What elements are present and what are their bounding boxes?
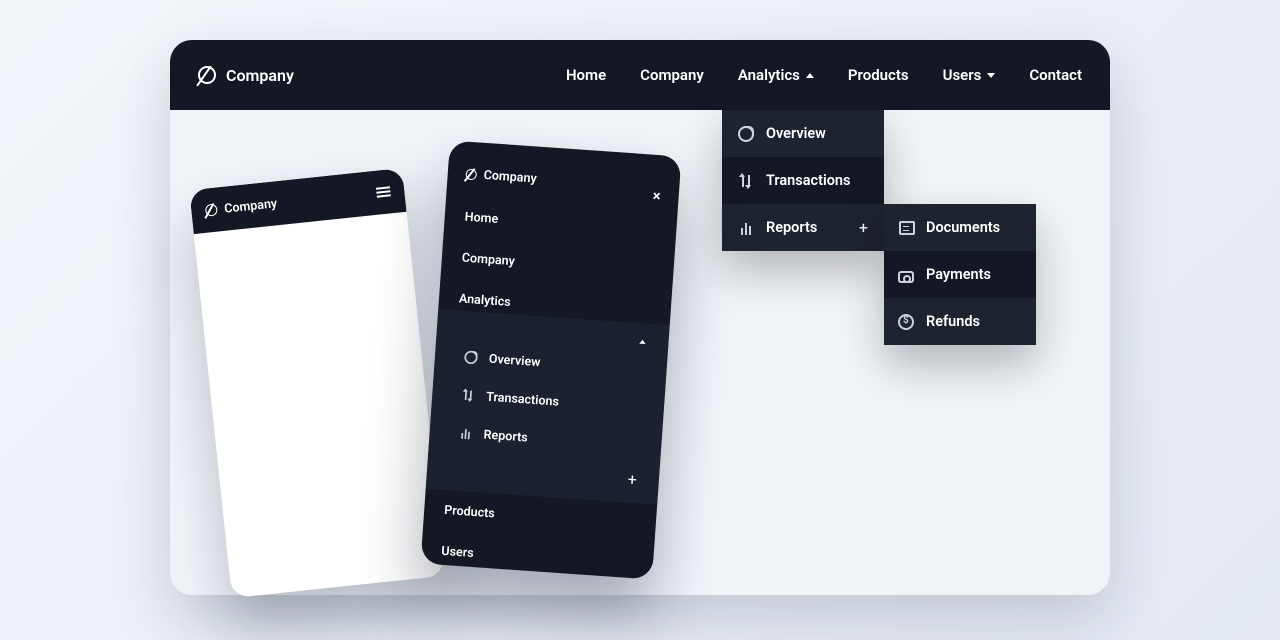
- reports-payments[interactable]: Payments: [884, 251, 1036, 298]
- chevron-up-icon: [639, 340, 646, 344]
- nav-company[interactable]: Company: [640, 66, 704, 84]
- mobile-closed-topbar: Company: [189, 168, 406, 234]
- expand-plus-icon: +: [859, 218, 868, 237]
- pie-chart-icon: [464, 350, 478, 364]
- nav-home[interactable]: Home: [566, 66, 606, 84]
- reports-refunds[interactable]: Refunds: [884, 298, 1036, 345]
- bar-chart-icon: [738, 220, 754, 236]
- hamburger-menu-icon[interactable]: [376, 186, 391, 197]
- chevron-down-icon: [987, 73, 995, 78]
- bar-chart-icon: [459, 426, 473, 440]
- brand-logo-icon: [198, 66, 216, 84]
- mobile-nav-closed: Company: [189, 168, 445, 598]
- design-canvas: Company Home Company Analytics Products …: [170, 40, 1110, 595]
- nav-analytics[interactable]: Analytics: [738, 66, 814, 84]
- mobile-closed-brand: Company: [223, 196, 277, 216]
- expand-plus-icon: +: [627, 470, 637, 490]
- mobile-nav-open: Company × Home Company Analytics Overvie…: [420, 140, 681, 579]
- nav-users[interactable]: Users: [943, 66, 996, 84]
- brand-logo-icon: [205, 204, 218, 217]
- mobile-open-brand: Company: [483, 168, 537, 187]
- analytics-reports[interactable]: Reports +: [722, 204, 884, 251]
- analytics-dropdown: Overview Transactions Reports +: [722, 110, 884, 251]
- refund-dollar-icon: [898, 314, 914, 330]
- reports-documents[interactable]: Documents: [884, 204, 1036, 251]
- brand-label: Company: [226, 66, 294, 85]
- payments-icon: [898, 271, 914, 283]
- primary-nav: Home Company Analytics Products Users Co…: [566, 66, 1082, 84]
- nav-contact[interactable]: Contact: [1029, 66, 1082, 84]
- reports-dropdown: Documents Payments Refunds: [884, 204, 1036, 345]
- top-navbar: Company Home Company Analytics Products …: [170, 40, 1110, 110]
- transfer-arrows-icon: [738, 173, 754, 189]
- transfer-arrows-icon: [461, 388, 475, 402]
- document-icon: [899, 221, 915, 235]
- brand-logo-icon: [465, 169, 477, 181]
- close-icon[interactable]: ×: [652, 171, 662, 204]
- analytics-transactions[interactable]: Transactions: [722, 157, 884, 204]
- chevron-up-icon: [806, 73, 814, 78]
- mobile-analytics-subgroup: Overview Transactions Reports +: [426, 309, 670, 505]
- analytics-overview[interactable]: Overview: [722, 110, 884, 157]
- brand[interactable]: Company: [198, 66, 294, 85]
- pie-chart-icon: [738, 126, 754, 142]
- nav-products[interactable]: Products: [848, 66, 909, 84]
